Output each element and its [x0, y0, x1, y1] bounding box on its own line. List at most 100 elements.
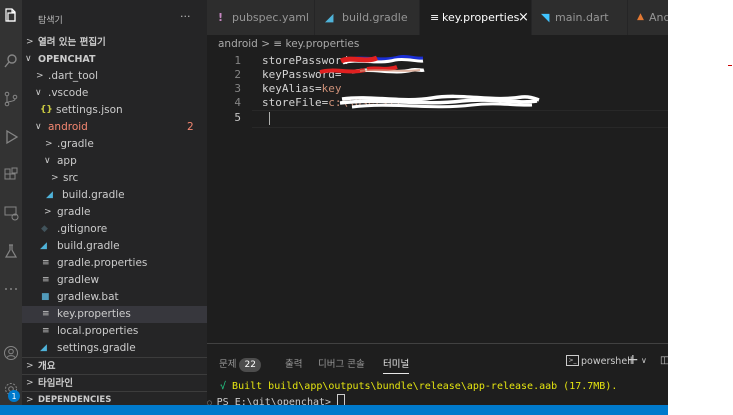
vscode-window: 1 탐색기 ··· > 열려 있는 편집기 ∨ OPENCHAT > .dart…: [0, 0, 668, 415]
new-terminal-icon[interactable]: +: [627, 352, 639, 368]
chevron-right-icon: >: [26, 378, 34, 388]
remote-explorer-icon[interactable]: [2, 204, 20, 222]
properties-file-icon: ≡: [42, 309, 50, 319]
dart-icon: ◥: [541, 11, 550, 24]
explorer-header: 탐색기 ···: [22, 0, 207, 36]
explorer-icon[interactable]: [2, 6, 20, 24]
tab-key-properties[interactable]: ≡ key.properties ×: [420, 0, 532, 35]
chevron-right-icon: >: [44, 207, 52, 217]
tree-item-label: key.properties: [57, 308, 131, 320]
tree-item-gradlew[interactable]: ≡ gradlew: [22, 272, 207, 289]
testing-icon[interactable]: [2, 242, 20, 260]
chevron-right-icon: >: [51, 173, 59, 183]
run-debug-icon[interactable]: [2, 128, 20, 146]
build-output-text: Built build\app\outputs\bundle\release\a…: [226, 381, 618, 392]
explorer-title: 탐색기: [38, 16, 63, 26]
explorer-sidebar: 탐색기 ··· > 열려 있는 편집기 ∨ OPENCHAT > .dart_t…: [22, 0, 207, 415]
tab-build-gradle[interactable]: ◢ build.gradle: [315, 0, 420, 35]
tree-item-gitignore[interactable]: ◆ .gitignore: [22, 221, 207, 238]
breadcrumb[interactable]: android > ≡ key.properties: [218, 35, 359, 53]
gradle-elephant-icon: ◢: [46, 190, 53, 200]
tree-item-label: android: [48, 121, 88, 133]
git-icon: ◆: [41, 224, 48, 234]
tree-item-settings-json[interactable]: {} settings.json: [22, 102, 207, 119]
tree-item-gradle[interactable]: > gradle: [22, 204, 207, 221]
tab-output[interactable]: 출력: [285, 356, 302, 370]
tree-item-local-properties[interactable]: ≡ local.properties: [22, 323, 207, 340]
open-editors-section[interactable]: > 열려 있는 편집기: [22, 34, 207, 51]
tab-android[interactable]: ▲ Andr: [628, 0, 668, 35]
shell-selector[interactable]: powershell: [581, 356, 632, 367]
problem-count-badge: 22: [239, 358, 261, 372]
windows-icon: ■: [41, 292, 50, 302]
split-terminal-icon[interactable]: ◫: [660, 355, 668, 366]
extensions-icon[interactable]: [2, 166, 20, 184]
activity-bar: 1: [0, 0, 22, 415]
breadcrumb-folder[interactable]: android: [218, 38, 258, 50]
android-icon: ▲: [637, 12, 644, 22]
tab-label: 문제: [219, 359, 237, 370]
tree-item-label: build.gradle: [57, 240, 120, 252]
chevron-down-icon: ∨: [35, 88, 42, 98]
tree-item-settings-gradle[interactable]: ◢ settings.gradle: [22, 340, 207, 353]
tree-item-src[interactable]: > src: [22, 170, 207, 187]
tree-item-label: gradle: [57, 206, 91, 218]
error-count-badge: 2: [187, 121, 194, 133]
section-label: 열려 있는 편집기: [38, 37, 106, 48]
code-editor[interactable]: 1 2 3 4 5 storePassword= keyPassword= ke…: [207, 53, 668, 343]
tab-pubspec-yaml[interactable]: ! pubspec.yaml: [207, 0, 315, 35]
source-control-icon[interactable]: [2, 90, 20, 108]
tree-item-gradlew-bat[interactable]: ■ gradlew.bat: [22, 289, 207, 306]
tree-item-label: .vscode: [48, 87, 89, 99]
line-number: 4: [234, 96, 241, 109]
terminal-output-line: √ Built build\app\outputs\bundle\release…: [220, 381, 617, 392]
line-number: 3: [234, 82, 241, 95]
search-icon[interactable]: [2, 52, 20, 70]
json-icon: {}: [40, 105, 53, 115]
close-icon[interactable]: ×: [518, 0, 529, 35]
tree-item-key-properties[interactable]: ≡ key.properties: [22, 306, 207, 323]
breadcrumb-file[interactable]: key.properties: [286, 38, 360, 50]
code-line: keyAlias=key: [262, 82, 341, 95]
tree-item-build-gradle[interactable]: ◢ build.gradle: [22, 238, 207, 255]
line-number: 2: [234, 68, 241, 81]
timeline-section[interactable]: > 타임라인: [22, 374, 207, 392]
chevron-down-icon: ∨: [44, 156, 51, 166]
chevron-right-icon: >: [45, 139, 53, 149]
section-label: OPENCHAT: [38, 54, 96, 65]
status-bar: [0, 405, 668, 415]
chevron-right-icon: >: [26, 37, 34, 47]
redaction-scribble: [339, 94, 540, 109]
tree-item-label: gradle.properties: [57, 257, 148, 269]
account-icon[interactable]: [2, 344, 20, 362]
section-label: 타임라인: [38, 378, 73, 389]
chevron-down-icon[interactable]: ∨: [641, 356, 647, 365]
tree-item-dart-tool[interactable]: > .dart_tool: [22, 68, 207, 85]
tree-item-android[interactable]: ∨ android 2: [22, 119, 207, 136]
tree-item-gradle-folder[interactable]: > .gradle: [22, 136, 207, 153]
property-key: storeFile=: [262, 96, 329, 109]
gradle-elephant-icon: ◢: [325, 11, 334, 24]
text-cursor: [269, 112, 270, 125]
tree-item-label: local.properties: [57, 325, 139, 337]
more-actions-icon[interactable]: ···: [180, 10, 191, 23]
project-section[interactable]: ∨ OPENCHAT: [22, 51, 207, 68]
tree-item-app-build-gradle[interactable]: ◢ build.gradle: [22, 187, 207, 204]
outline-section[interactable]: > 개요: [22, 357, 207, 375]
tab-terminal[interactable]: 터미널: [383, 356, 410, 374]
more-icon[interactable]: [2, 280, 20, 298]
properties-file-icon: ≡: [42, 258, 50, 268]
tab-problems[interactable]: 문제 22: [219, 356, 261, 372]
tab-debug-console[interactable]: 디버그 콘솔: [318, 356, 365, 370]
tree-item-label: src: [63, 172, 79, 184]
tab-label: main.dart: [555, 11, 609, 24]
property-key: keyAlias=: [262, 82, 322, 95]
tree-item-gradle-properties[interactable]: ≡ gradle.properties: [22, 255, 207, 272]
tab-label: build.gradle: [342, 11, 408, 24]
tree-item-label: settings.gradle: [57, 342, 136, 353]
tab-main-dart[interactable]: ◥ main.dart: [532, 0, 628, 35]
terminal-icon: >_: [566, 355, 579, 366]
tree-item-app[interactable]: ∨ app: [22, 153, 207, 170]
properties-file-icon: ≡: [42, 326, 50, 336]
tree-item-vscode[interactable]: ∨ .vscode: [22, 85, 207, 102]
